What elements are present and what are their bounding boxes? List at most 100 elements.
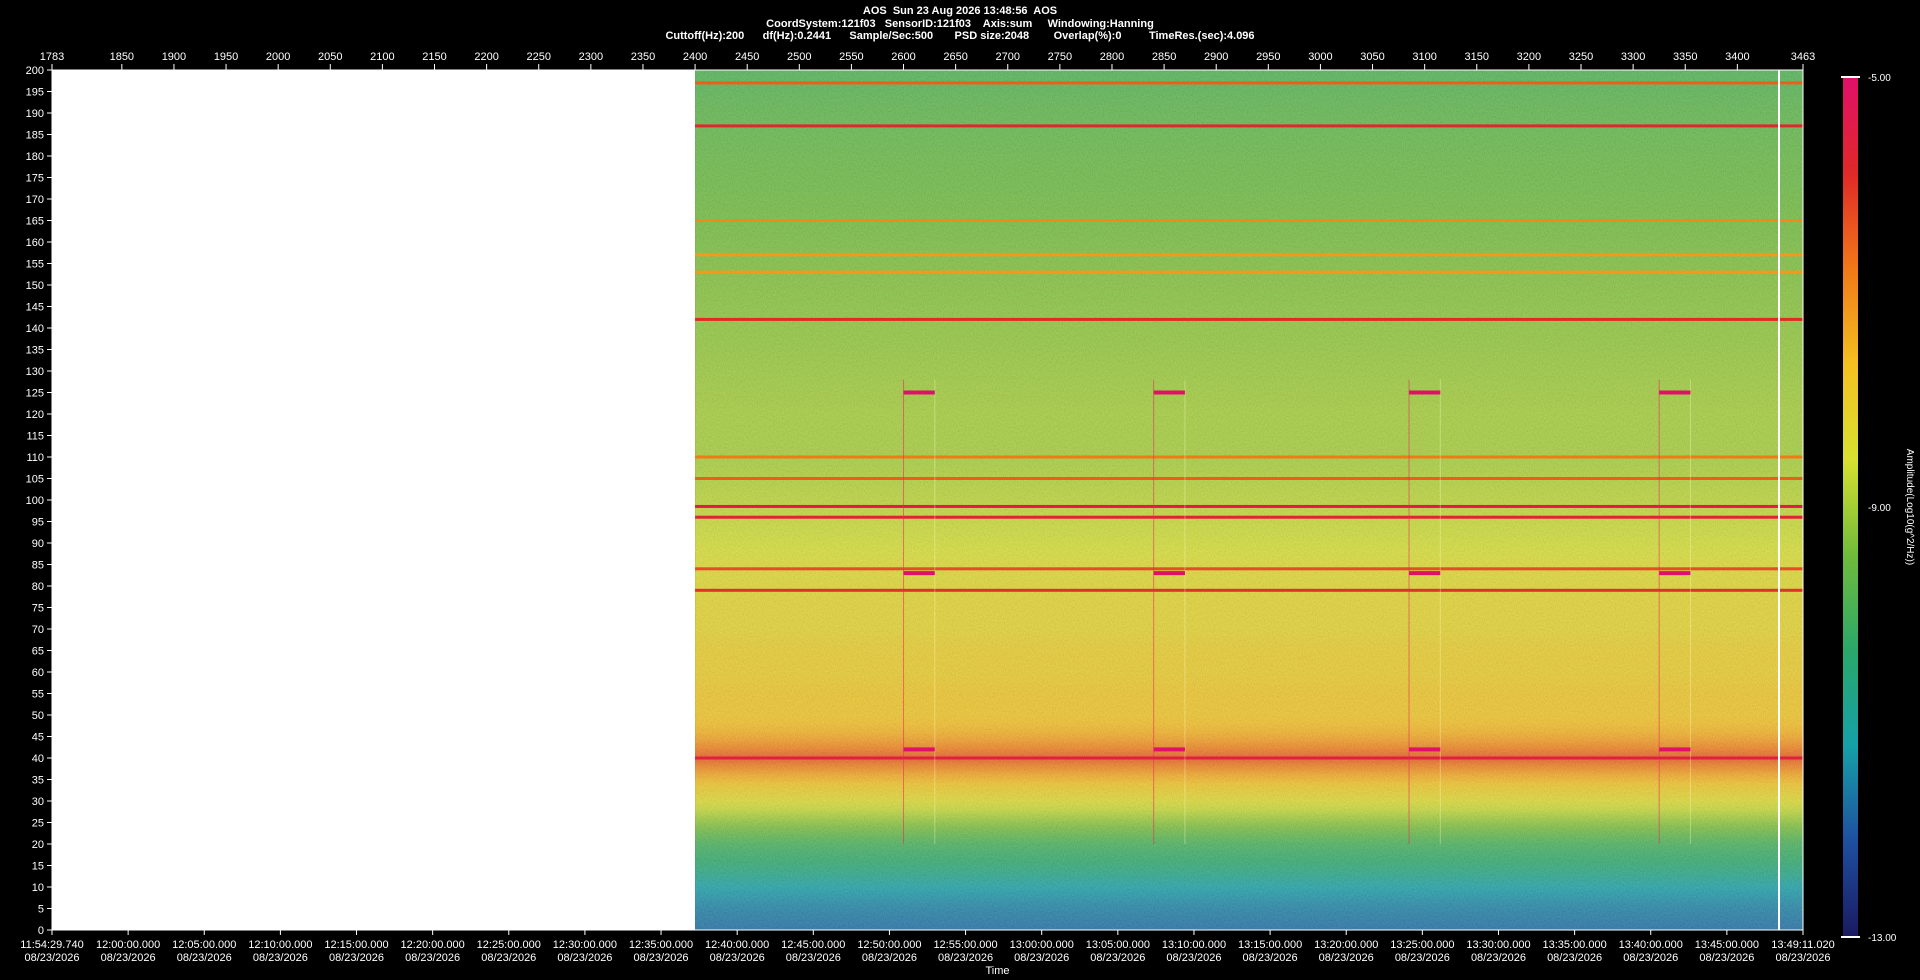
top-tick-label: 3350 bbox=[1673, 51, 1697, 63]
y-tick-label: 180 bbox=[26, 151, 44, 163]
x-tick-time: 13:30:00.000 bbox=[1466, 939, 1530, 951]
top-tick-label: 2500 bbox=[787, 51, 811, 63]
top-tick-label: 2350 bbox=[631, 51, 655, 63]
plot-area bbox=[52, 70, 1803, 930]
tone-line bbox=[695, 219, 1803, 222]
tone-line bbox=[695, 124, 1803, 128]
x-tick-time: 12:10:00.000 bbox=[248, 939, 312, 951]
y-tick-label: 160 bbox=[26, 237, 44, 249]
top-tick-label: 2050 bbox=[318, 51, 342, 63]
y-tick-label: 5 bbox=[38, 904, 44, 916]
no-data-region bbox=[52, 70, 696, 930]
x-tick-time: 12:40:00.000 bbox=[705, 939, 769, 951]
y-tick-label: 80 bbox=[32, 581, 44, 593]
x-tick-date: 08/23/2026 bbox=[1699, 952, 1754, 964]
event-marker bbox=[1659, 571, 1691, 576]
tone-line bbox=[695, 588, 1803, 592]
event-marker bbox=[1409, 571, 1441, 576]
y-tick-label: 140 bbox=[26, 323, 44, 335]
top-tick-label: 1783 bbox=[40, 51, 64, 63]
x-tick-date: 08/23/2026 bbox=[1090, 952, 1145, 964]
x-tick-time: 13:10:00.000 bbox=[1162, 939, 1226, 951]
x-tick-date: 08/23/2026 bbox=[862, 952, 917, 964]
x-tick-date: 08/23/2026 bbox=[557, 952, 612, 964]
top-tick-label: 2750 bbox=[1048, 51, 1072, 63]
x-tick-date: 08/23/2026 bbox=[405, 952, 460, 964]
x-axis-label: Time bbox=[985, 965, 1009, 977]
x-tick-date: 08/23/2026 bbox=[634, 952, 689, 964]
event-marker bbox=[1409, 390, 1441, 395]
top-tick-label: 2850 bbox=[1152, 51, 1176, 63]
y-tick-label: 165 bbox=[26, 216, 44, 228]
x-tick-date: 08/23/2026 bbox=[1775, 952, 1830, 964]
event-marker bbox=[1659, 747, 1691, 752]
y-tick-label: 35 bbox=[32, 775, 44, 787]
top-tick-label: 3463 bbox=[1791, 51, 1815, 63]
x-tick-date: 08/23/2026 bbox=[1014, 952, 1069, 964]
y-tick-label: 10 bbox=[32, 882, 44, 894]
x-tick-date: 08/23/2026 bbox=[24, 952, 79, 964]
top-tick-label: 2400 bbox=[683, 51, 707, 63]
colorbar: -5.00 -9.00 -13.00 Amplitude(Log10(g^2/Hz)) bbox=[1841, 73, 1915, 944]
y-tick-label: 135 bbox=[26, 345, 44, 357]
event-marker bbox=[903, 747, 935, 752]
y-tick-label: 45 bbox=[32, 732, 44, 744]
x-tick-time: 13:05:00.000 bbox=[1086, 939, 1150, 951]
y-tick-label: 95 bbox=[32, 517, 44, 529]
y-tick-label: 120 bbox=[26, 409, 44, 421]
y-tick-label: 110 bbox=[26, 452, 44, 464]
x-tick-time: 11:54:29.740 bbox=[20, 939, 83, 951]
top-tick-label: 2900 bbox=[1204, 51, 1228, 63]
y-tick-label: 115 bbox=[26, 431, 44, 443]
x-tick-time: 12:30:00.000 bbox=[553, 939, 617, 951]
x-tick-time: 12:15:00.000 bbox=[324, 939, 388, 951]
top-tick-label: 1950 bbox=[214, 51, 238, 63]
top-tick-label: 2250 bbox=[526, 51, 550, 63]
x-tick-time: 13:25:00.000 bbox=[1390, 939, 1454, 951]
x-tick-date: 08/23/2026 bbox=[1547, 952, 1602, 964]
y-tick-label: 155 bbox=[26, 259, 44, 271]
tone-line bbox=[695, 756, 1803, 760]
colorbar-min-label: -13.00 bbox=[1868, 933, 1897, 944]
y-tick-label: 20 bbox=[32, 839, 44, 851]
x-tick-time: 13:49:11.020 bbox=[1771, 939, 1834, 951]
top-tick-label: 2550 bbox=[839, 51, 863, 63]
x-tick-time: 13:15:00.000 bbox=[1238, 939, 1302, 951]
x-tick-time: 13:40:00.000 bbox=[1619, 939, 1683, 951]
tone-line bbox=[695, 515, 1803, 519]
x-tick-time: 13:00:00.000 bbox=[1010, 939, 1074, 951]
top-tick-label: 3150 bbox=[1465, 51, 1489, 63]
y-tick-label: 65 bbox=[32, 646, 44, 658]
tone-line bbox=[695, 567, 1803, 571]
top-tick-label: 2700 bbox=[996, 51, 1020, 63]
top-tick-label: 1850 bbox=[110, 51, 134, 63]
y-tick-label: 15 bbox=[32, 861, 44, 873]
y-tick-label: 60 bbox=[32, 667, 44, 679]
top-tick-label: 3050 bbox=[1360, 51, 1384, 63]
top-tick-label: 3000 bbox=[1308, 51, 1332, 63]
colorbar-title: Amplitude(Log10(g^2/Hz)) bbox=[1904, 449, 1915, 565]
y-tick-label: 175 bbox=[26, 173, 44, 185]
x-tick-date: 08/23/2026 bbox=[253, 952, 308, 964]
top-tick-label: 3300 bbox=[1621, 51, 1645, 63]
y-tick-label: 145 bbox=[26, 302, 44, 314]
tone-line bbox=[695, 477, 1803, 480]
y-tick-label: 0 bbox=[38, 925, 44, 937]
tone-line bbox=[695, 270, 1803, 274]
event-marker bbox=[1659, 390, 1691, 395]
x-tick-date: 08/23/2026 bbox=[101, 952, 156, 964]
colorbar-max-label: -5.00 bbox=[1868, 73, 1891, 84]
y-tick-label: 50 bbox=[32, 710, 44, 722]
x-tick-time: 12:50:00.000 bbox=[857, 939, 921, 951]
y-tick-label: 100 bbox=[26, 495, 44, 507]
x-tick-time: 13:45:00.000 bbox=[1695, 939, 1759, 951]
tone-line bbox=[695, 455, 1803, 459]
spectrogram-noise bbox=[695, 70, 1803, 930]
y-tick-label: 55 bbox=[32, 689, 44, 701]
y-tick-label: 200 bbox=[26, 65, 44, 77]
event-marker bbox=[903, 571, 935, 576]
x-tick-date: 08/23/2026 bbox=[481, 952, 536, 964]
x-tick-date: 08/23/2026 bbox=[786, 952, 841, 964]
x-tick-time: 13:35:00.000 bbox=[1542, 939, 1606, 951]
top-tick-label: 3200 bbox=[1517, 51, 1541, 63]
